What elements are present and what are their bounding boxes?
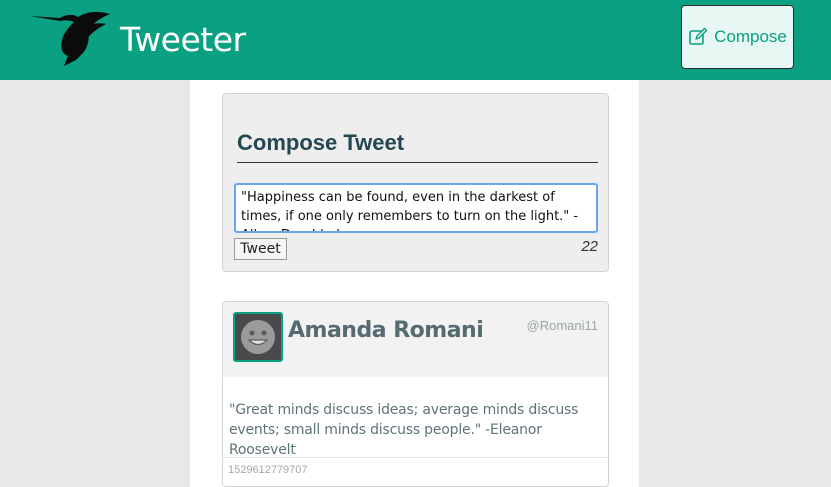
tweet-timestamp: 1529612779707	[228, 464, 308, 476]
author-handle: @Romani11	[526, 318, 599, 333]
smiley-avatar-icon	[241, 320, 275, 354]
compose-button[interactable]: Compose	[681, 5, 794, 69]
tweet-content: "Great minds discuss ideas; average mind…	[229, 402, 579, 458]
avatar	[233, 312, 283, 362]
tweet-textarea[interactable]: "Happiness can be found, even in the dar…	[234, 183, 598, 233]
tweet-card: Amanda Romani @Romani11 "Great minds dis…	[222, 301, 609, 487]
tweet-header: Amanda Romani @Romani11	[223, 302, 608, 377]
hummingbird-icon	[30, 8, 112, 68]
edit-icon	[689, 27, 708, 45]
compose-divider	[237, 162, 598, 163]
compose-title: Compose Tweet	[237, 130, 405, 155]
top-navbar: Tweeter Compose	[0, 0, 831, 80]
compose-tweet-panel: Compose Tweet "Happiness can be found, e…	[222, 93, 609, 272]
tweet-footer: 1529612779707	[223, 457, 608, 486]
main-column: Compose Tweet "Happiness can be found, e…	[190, 80, 639, 487]
tweet-submit-button[interactable]: Tweet	[234, 238, 287, 260]
author-name: Amanda Romani	[288, 318, 484, 343]
char-counter: 22	[581, 238, 598, 255]
compose-button-label: Compose	[714, 27, 787, 46]
app-title: Tweeter	[120, 20, 246, 59]
